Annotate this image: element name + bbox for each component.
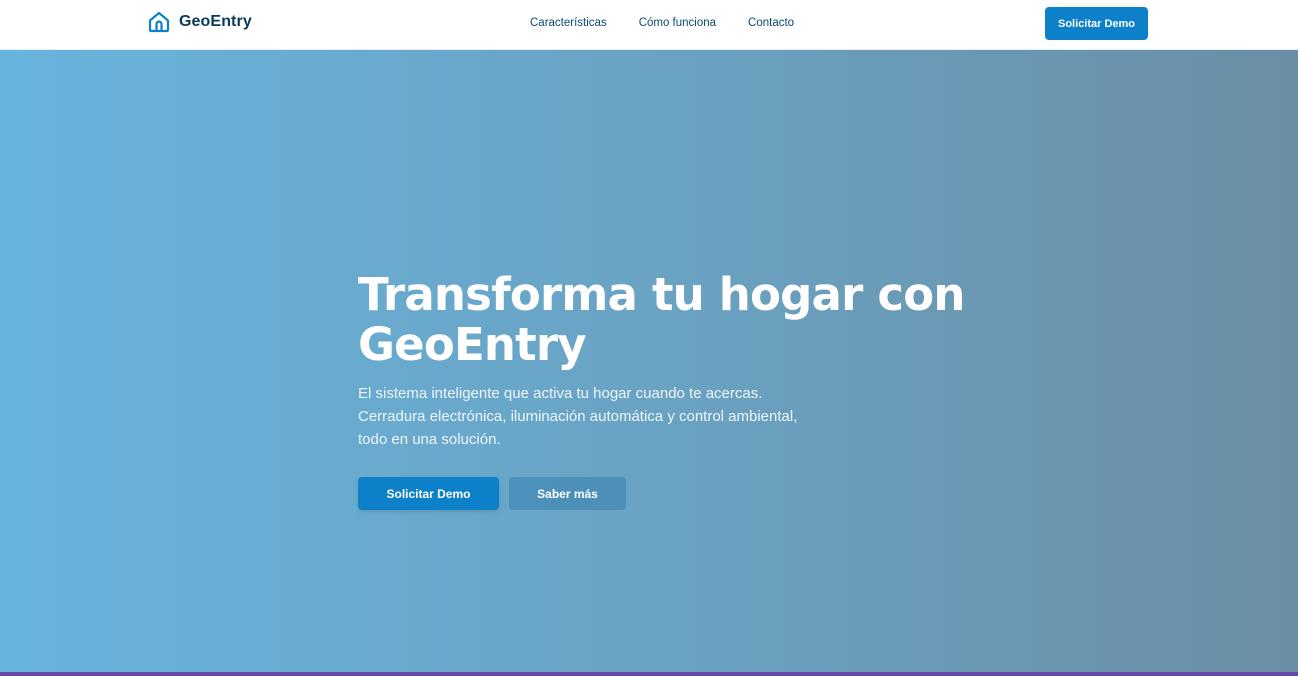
brand-name: GeoEntry bbox=[179, 13, 252, 30]
home-icon bbox=[148, 11, 170, 33]
hero-actions: Solicitar Demo Saber más bbox=[358, 477, 998, 510]
nav-link-caracteristicas[interactable]: Características bbox=[530, 17, 607, 29]
header-request-demo-button[interactable]: Solicitar Demo bbox=[1045, 7, 1148, 40]
hero-title: Transforma tu hogar con GeoEntry bbox=[358, 268, 965, 371]
main-nav: Características Cómo funciona Contacto bbox=[530, 17, 794, 29]
hero-learn-more-button[interactable]: Saber más bbox=[509, 477, 626, 510]
top-navbar: GeoEntry Características Cómo funciona C… bbox=[0, 0, 1298, 50]
hero-section: Transforma tu hogar con GeoEntry El sist… bbox=[0, 50, 1298, 672]
nav-link-contacto[interactable]: Contacto bbox=[748, 17, 794, 29]
brand-logo-link[interactable]: GeoEntry bbox=[147, 10, 252, 34]
section-divider bbox=[0, 672, 1298, 676]
hero-subtitle: El sistema inteligente que activa tu hog… bbox=[358, 385, 798, 448]
hero-request-demo-button[interactable]: Solicitar Demo bbox=[358, 477, 499, 510]
hero-content: Transforma tu hogar con GeoEntry El sist… bbox=[358, 270, 998, 510]
nav-link-como-funciona[interactable]: Cómo funciona bbox=[639, 17, 716, 29]
